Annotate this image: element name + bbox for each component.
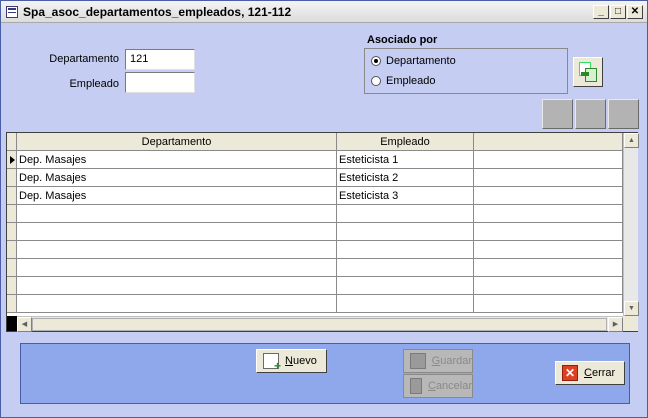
table-cell[interactable] [474, 277, 623, 295]
table-cell[interactable] [474, 259, 623, 277]
title-bar: Spa_asoc_departamentos_empleados, 121-11… [1, 1, 647, 23]
table-cell[interactable] [474, 223, 623, 241]
vertical-scrollbar[interactable]: ▲ ▼ [623, 133, 639, 316]
table-cell[interactable] [17, 259, 337, 277]
guardar-label: Guardar [431, 355, 472, 367]
scroll-right-arrow-icon[interactable]: ▶ [608, 317, 623, 332]
window: Spa_asoc_departamentos_empleados, 121-11… [0, 0, 648, 418]
cancelar-label: Cancelar [427, 380, 472, 392]
horizontal-scrollbar[interactable]: ◀ ▶ [7, 316, 623, 332]
empleado-label: Empleado [69, 78, 119, 90]
table-cell[interactable] [17, 241, 337, 259]
column-header-empleado[interactable]: Empleado [337, 133, 474, 151]
grid-tool-button-1[interactable] [542, 99, 573, 129]
radio-empleado-label: Empleado [386, 75, 436, 87]
copy-records-button[interactable] [573, 57, 603, 87]
table-cell[interactable] [337, 277, 474, 295]
grid-tool-button-2[interactable] [575, 99, 606, 129]
form-icon [6, 6, 18, 18]
table-cell[interactable] [474, 205, 623, 223]
table-cell[interactable] [474, 241, 623, 259]
row-indicator[interactable] [7, 223, 17, 241]
guardar-button[interactable]: Guardar [403, 349, 473, 373]
grid-tool-button-3[interactable] [608, 99, 639, 129]
table-cell[interactable] [17, 205, 337, 223]
row-indicator[interactable] [7, 295, 17, 313]
table-cell[interactable] [337, 295, 474, 313]
cerrar-button[interactable]: ✕ Cerrar [555, 361, 625, 385]
table-cell[interactable] [337, 223, 474, 241]
row-indicator[interactable] [7, 169, 17, 187]
radio-departamento-dot[interactable] [371, 56, 381, 66]
minimize-button[interactable]: _ [593, 5, 609, 19]
table-cell[interactable] [474, 151, 623, 169]
radio-departamento[interactable]: Departamento [371, 55, 456, 67]
table-cell[interactable]: Dep. Masajes [17, 187, 337, 205]
cerrar-label: Cerrar [584, 367, 616, 379]
scroll-up-arrow-icon[interactable]: ▲ [624, 133, 639, 148]
grid-header-corner [7, 133, 17, 151]
horizontal-scroll-thumb[interactable] [32, 318, 607, 331]
scroll-left-arrow-icon[interactable]: ◀ [17, 317, 32, 332]
nuevo-label: Nuevo [285, 355, 317, 367]
row-indicator[interactable] [7, 277, 17, 295]
cancelar-button[interactable]: Cancelar [403, 374, 473, 398]
table-cell[interactable] [337, 259, 474, 277]
table-cell[interactable] [474, 187, 623, 205]
cancel-icon [410, 378, 422, 394]
table-cell[interactable] [337, 205, 474, 223]
button-panel: Nuevo Guardar Cancelar ✕ Cerrar [20, 343, 630, 404]
maximize-button[interactable]: □ [610, 5, 626, 19]
row-indicator[interactable] [7, 151, 17, 169]
data-grid: Departamento Empleado Dep. Masajes Esteti… [6, 132, 639, 332]
table-cell[interactable] [474, 169, 623, 187]
nuevo-button[interactable]: Nuevo [256, 349, 327, 373]
table-cell[interactable]: Esteticista 2 [337, 169, 474, 187]
column-header-departamento[interactable]: Departamento [17, 133, 337, 151]
new-document-icon [263, 353, 281, 373]
departamento-label: Departamento [49, 53, 119, 65]
scrollbar-corner [623, 316, 638, 331]
table-cell[interactable]: Esteticista 3 [337, 187, 474, 205]
asociado-por-title: Asociado por [367, 34, 438, 46]
table-cell[interactable]: Dep. Masajes [17, 169, 337, 187]
row-indicator[interactable] [7, 205, 17, 223]
table-cell[interactable] [17, 295, 337, 313]
grid-record-marker [7, 316, 17, 331]
arrow-icon [581, 72, 589, 76]
table-cell[interactable] [337, 241, 474, 259]
window-title: Spa_asoc_departamentos_empleados, 121-11… [23, 5, 292, 19]
departamento-input[interactable]: 121 [125, 49, 195, 70]
table-cell[interactable] [17, 277, 337, 295]
row-indicator[interactable] [7, 187, 17, 205]
table-cell[interactable] [474, 295, 623, 313]
scroll-down-arrow-icon[interactable]: ▼ [624, 301, 639, 316]
radio-departamento-label: Departamento [386, 55, 456, 67]
table-cell[interactable]: Esteticista 1 [337, 151, 474, 169]
column-header-extra[interactable] [474, 133, 623, 151]
empleado-input[interactable] [125, 72, 195, 93]
table-cell[interactable]: Dep. Masajes [17, 151, 337, 169]
radio-empleado[interactable]: Empleado [371, 75, 436, 87]
close-x-icon: ✕ [562, 365, 578, 381]
close-button[interactable]: ✕ [627, 5, 643, 19]
row-indicator[interactable] [7, 259, 17, 277]
save-disk-icon [410, 353, 426, 369]
asociado-por-group: Departamento Empleado [364, 48, 568, 94]
radio-empleado-dot[interactable] [371, 76, 381, 86]
row-indicator[interactable] [7, 241, 17, 259]
table-cell[interactable] [17, 223, 337, 241]
